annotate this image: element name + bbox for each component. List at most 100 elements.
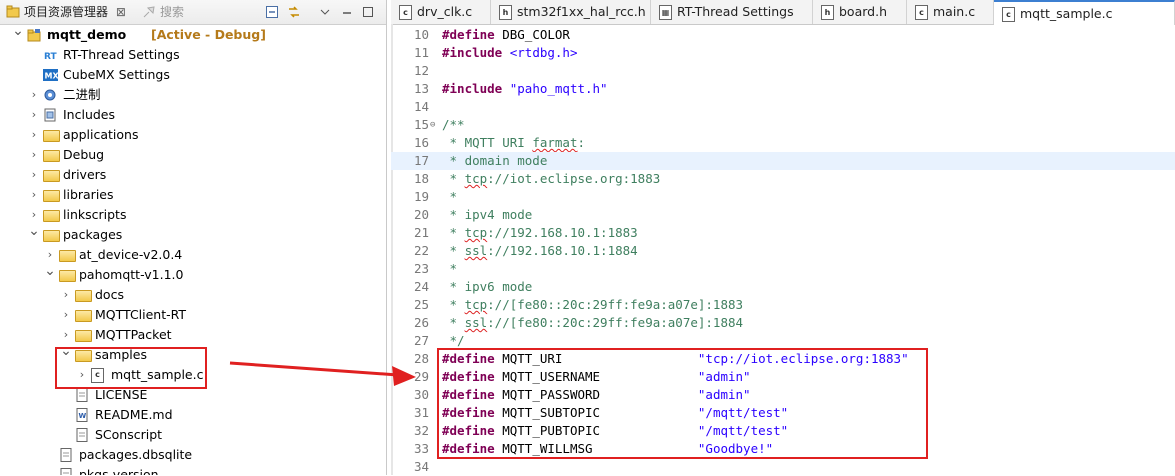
line-number: 10 — [413, 27, 429, 42]
highlight-box-samples — [55, 347, 207, 389]
highlight-box-defines — [437, 348, 928, 459]
editor-tab-bar: c drv_clk.c h stm32f1xx_hal_rcc.h ▦ RT-Thread… — [391, 0, 1175, 25]
collapse-arrow-icon[interactable]: ⌄ — [28, 221, 40, 241]
includes-icon — [43, 108, 58, 122]
tree-item-label: packages — [63, 227, 123, 242]
folder-icon — [43, 210, 60, 222]
editor-tab-label: board.h — [839, 4, 887, 19]
code-line: 15 ⊖ /** — [391, 116, 1175, 134]
c-file-icon: c — [1002, 7, 1015, 22]
link-with-editor-icon[interactable] — [287, 5, 301, 19]
project-build-config-label: [Active - Debug] — [151, 27, 266, 42]
expand-arrow-icon[interactable]: › — [28, 125, 40, 145]
search-tab[interactable]: 搜索 — [142, 0, 184, 24]
code-line: 24 * ipv6 mode — [391, 278, 1175, 296]
code-line: 20 * ipv4 mode — [391, 206, 1175, 224]
line-number: 19 — [413, 189, 429, 204]
line-number: 23 — [413, 261, 429, 276]
tree-item-label: docs — [95, 287, 124, 302]
expand-arrow-icon[interactable]: › — [28, 85, 40, 105]
tree-item-linkscripts[interactable]: › linkscripts — [0, 205, 386, 225]
minimize-icon[interactable] — [340, 5, 354, 19]
expand-arrow-icon[interactable]: › — [28, 105, 40, 125]
tree-item-cubemx-settings[interactable]: MX CubeMX Settings — [0, 65, 386, 85]
editor-tab-stm32f1xx-hal-rcc-h[interactable]: h stm32f1xx_hal_rcc.h — [491, 0, 651, 24]
tree-item-label: applications — [63, 127, 139, 142]
code-text: * MQTT URI farmat: — [442, 135, 585, 150]
expand-arrow-icon[interactable]: › — [28, 165, 40, 185]
tree-item-pkgs-version[interactable]: pkgs-version — [0, 465, 386, 475]
editor-tab-drv-clk-c[interactable]: c drv_clk.c — [391, 0, 491, 24]
folder-icon — [75, 290, 92, 302]
editor-tab-main-c[interactable]: c main.c — [907, 0, 994, 24]
code-line: 21 * tcp://192.168.10.1:1883 — [391, 224, 1175, 242]
header-file-icon: h — [499, 5, 512, 20]
code-line: 23 * — [391, 260, 1175, 278]
tree-item-label: SConscript — [95, 427, 163, 442]
line-number: 28 — [413, 351, 429, 366]
folder-icon — [43, 190, 60, 202]
tree-item-二进制[interactable]: › 二进制 — [0, 85, 386, 105]
code-line: 26 * ssl://[fe80::20c:29ff:fe9a:a07e]:18… — [391, 314, 1175, 332]
collapse-arrow-icon[interactable]: ⌄ — [12, 21, 24, 41]
tree-item-sconscript[interactable]: SConscript — [0, 425, 386, 445]
folder-icon — [59, 250, 76, 262]
expand-arrow-icon[interactable]: › — [60, 305, 72, 325]
tree-item-mqttpacket[interactable]: › MQTTPacket — [0, 325, 386, 345]
c-file-icon: c — [399, 5, 412, 20]
line-number: 16 — [413, 135, 429, 150]
tree-item-readme-md[interactable]: W README.md — [0, 405, 386, 425]
view-menu-icon[interactable] — [318, 5, 332, 19]
tree-item-label: mqtt_demo — [47, 27, 127, 42]
collapse-arrow-icon[interactable]: ⌄ — [44, 261, 56, 281]
collapse-all-icon[interactable] — [265, 5, 279, 19]
file-icon — [59, 448, 74, 462]
code-text: * ipv4 mode — [442, 207, 533, 222]
tree-item-debug[interactable]: › Debug — [0, 145, 386, 165]
line-number: 15 — [413, 117, 429, 132]
tree-item-mqttclient-rt[interactable]: › MQTTClient-RT — [0, 305, 386, 325]
tree-item-packages-dbsqlite[interactable]: packages.dbsqlite — [0, 445, 386, 465]
code-line: 16 * MQTT URI farmat: — [391, 134, 1175, 152]
code-text: * ssl://192.168.10.1:1884 — [442, 243, 638, 258]
project-icon — [27, 28, 42, 42]
tree-item-label: README.md — [95, 407, 173, 422]
tree-item-docs[interactable]: › docs — [0, 285, 386, 305]
code-line: 22 * ssl://192.168.10.1:1884 — [391, 242, 1175, 260]
folder-icon — [75, 310, 92, 322]
code-text: * domain mode — [442, 153, 548, 168]
tree-item-drivers[interactable]: › drivers — [0, 165, 386, 185]
tree-item-libraries[interactable]: › libraries — [0, 185, 386, 205]
tree-item-includes[interactable]: › Includes — [0, 105, 386, 125]
code-text: * ssl://[fe80::20c:29ff:fe9a:a07e]:1884 — [442, 315, 744, 330]
search-icon — [143, 6, 155, 18]
code-text: * ipv6 mode — [442, 279, 533, 294]
tree-item-rt-thread-settings[interactable]: RT RT-Thread Settings — [0, 45, 386, 65]
expand-arrow-icon[interactable]: › — [60, 285, 72, 305]
tree-item-applications[interactable]: › applications — [0, 125, 386, 145]
code-line: 34 — [391, 458, 1175, 476]
editor-tab-rt-thread-settings[interactable]: ▦ RT-Thread Settings — [651, 0, 813, 24]
tree-item-at-device-v2-0-4[interactable]: › at_device-v2.0.4 — [0, 245, 386, 265]
tree-item-label: drivers — [63, 167, 107, 182]
editor-tab-mqtt-sample-c[interactable]: c mqtt_sample.c — [994, 0, 1175, 25]
expand-arrow-icon[interactable]: › — [28, 185, 40, 205]
code-text: * tcp://[fe80::20c:29ff:fe9a:a07e]:1883 — [442, 297, 744, 312]
line-number: 34 — [413, 459, 429, 474]
tree-item-pahomqtt-v1-1-0[interactable]: ⌄ pahomqtt-v1.1.0 — [0, 263, 386, 285]
maximize-icon[interactable] — [361, 5, 375, 19]
folder-icon — [43, 170, 60, 182]
tree-item-packages[interactable]: ⌄ packages — [0, 223, 386, 245]
tree-item-label: libraries — [63, 187, 114, 202]
expand-arrow-icon[interactable]: › — [28, 145, 40, 165]
close-icon[interactable]: ⊠ — [116, 5, 126, 19]
editor-tab-board-h[interactable]: h board.h — [813, 0, 907, 24]
tree-item-label: packages.dbsqlite — [79, 447, 193, 462]
folder-icon — [43, 150, 60, 162]
code-line: 13 #include "paho_mqtt.h" — [391, 80, 1175, 98]
tree-item-mqtt-demo[interactable]: ⌄ mqtt_demo [Active - Debug] — [0, 23, 386, 45]
line-number: 33 — [413, 441, 429, 456]
code-line: 25 * tcp://[fe80::20c:29ff:fe9a:a07e]:18… — [391, 296, 1175, 314]
file-icon — [59, 468, 74, 475]
fold-toggle-icon[interactable]: ⊖ — [430, 116, 435, 134]
